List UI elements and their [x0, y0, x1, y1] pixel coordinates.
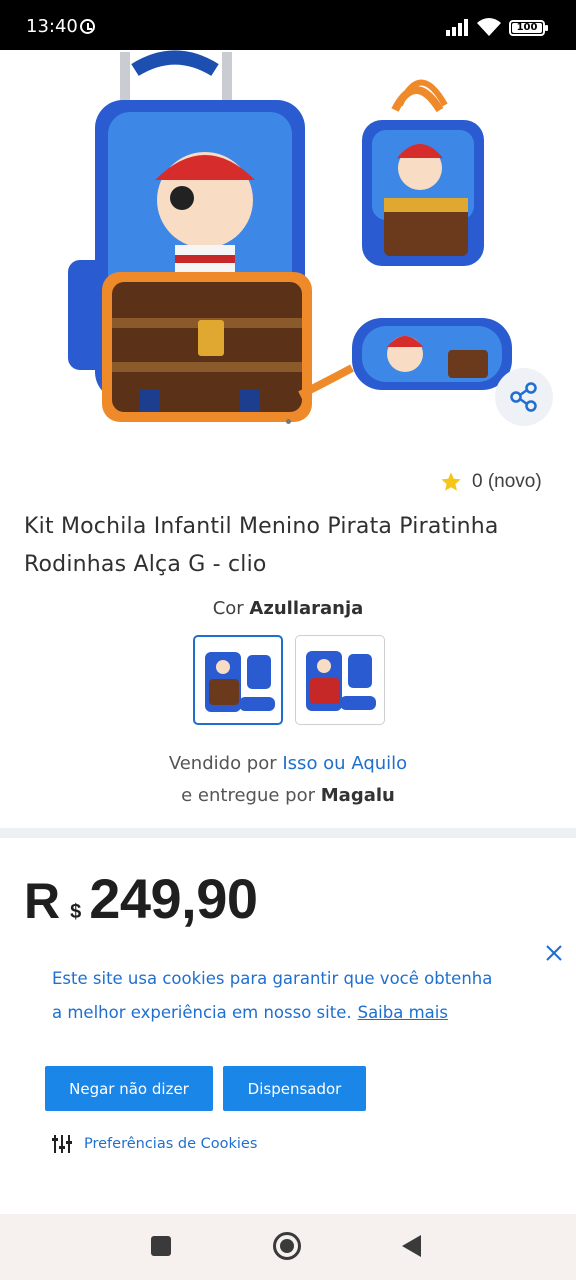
color-label: Cor [212, 598, 244, 619]
swatch-thumbnail [306, 651, 376, 711]
close-icon[interactable] [544, 943, 564, 963]
product-title: Kit Mochila Infantil Menino Pirata Pirat… [24, 514, 499, 577]
product-image[interactable] [0, 50, 576, 440]
section-divider [0, 828, 576, 838]
cookie-message: Este site usa cookies para garantir que … [52, 962, 532, 1030]
signal-icon [446, 19, 468, 36]
status-time: 13:40 [26, 16, 78, 37]
backpack-kit-illustration [68, 50, 512, 422]
color-row: Cor Azullaranja [0, 598, 576, 619]
back-button[interactable] [402, 1235, 421, 1257]
cookie-preferences-label: Preferências de Cookies [84, 1136, 258, 1152]
price-value: 249,90 [89, 867, 258, 930]
recent-apps-button[interactable] [151, 1236, 171, 1256]
wifi-icon [477, 18, 501, 36]
delivery-name: Magalu [320, 785, 395, 806]
alarm-icon [80, 19, 95, 34]
cookie-preferences-link[interactable]: Preferências de Cookies [52, 1133, 257, 1155]
share-button[interactable] [495, 368, 553, 426]
cookie-text-line1: Este site usa cookies para garantir que … [52, 969, 493, 988]
dismiss-cookies-button[interactable]: Dispensador [223, 1066, 366, 1111]
price-currency: R [24, 873, 61, 929]
home-button[interactable] [273, 1232, 301, 1260]
rating[interactable]: 0 (novo) [440, 468, 542, 496]
color-value: Azullaranja [249, 598, 364, 619]
seller-link[interactable]: Isso ou Aquilo [282, 753, 407, 774]
share-icon [510, 382, 537, 412]
delivered-by-label: e entregue por [181, 785, 316, 806]
status-bar: 13:40 100 [0, 0, 576, 50]
price-symbol: $ [70, 901, 82, 923]
cookie-text-line2: a melhor experiência em nosso site. [52, 1003, 352, 1022]
seller-info: Vendido por Isso ou Aquilo e entregue po… [0, 748, 576, 812]
swatch-thumbnail [205, 652, 275, 712]
gallery-dot[interactable] [286, 419, 291, 424]
settings-sliders-icon [52, 1135, 72, 1153]
learn-more-link[interactable]: Saiba mais [358, 1003, 448, 1022]
color-swatch-selected[interactable] [193, 635, 283, 725]
star-icon [441, 472, 461, 491]
rating-text: 0 (novo) [472, 471, 542, 492]
sold-by-label: Vendido por [168, 753, 277, 774]
battery-tip [545, 25, 548, 31]
deny-cookies-button[interactable]: Negar não dizer [45, 1066, 213, 1111]
price: R $ 249,90 [24, 866, 258, 931]
color-swatch-option[interactable] [295, 635, 385, 725]
battery-icon: 100 [509, 20, 545, 36]
